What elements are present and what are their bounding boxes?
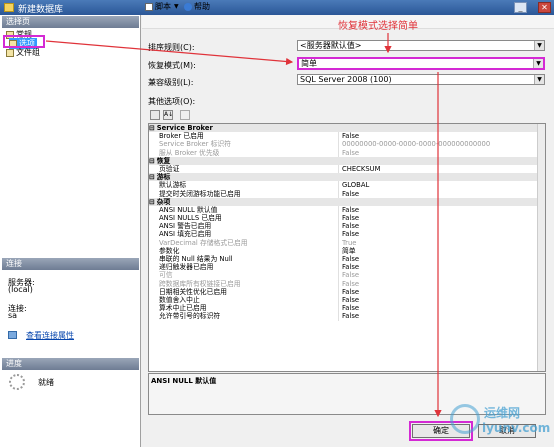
watermark-logo-icon (450, 404, 480, 434)
arrow-to-recovery (45, 40, 294, 66)
watermark-en: iyunv.com (482, 421, 551, 435)
annotation-text: 恢复模式选择简单 (338, 21, 418, 32)
watermark-cn: 运维网 (484, 406, 521, 420)
annotation-arrows (45, 33, 442, 418)
